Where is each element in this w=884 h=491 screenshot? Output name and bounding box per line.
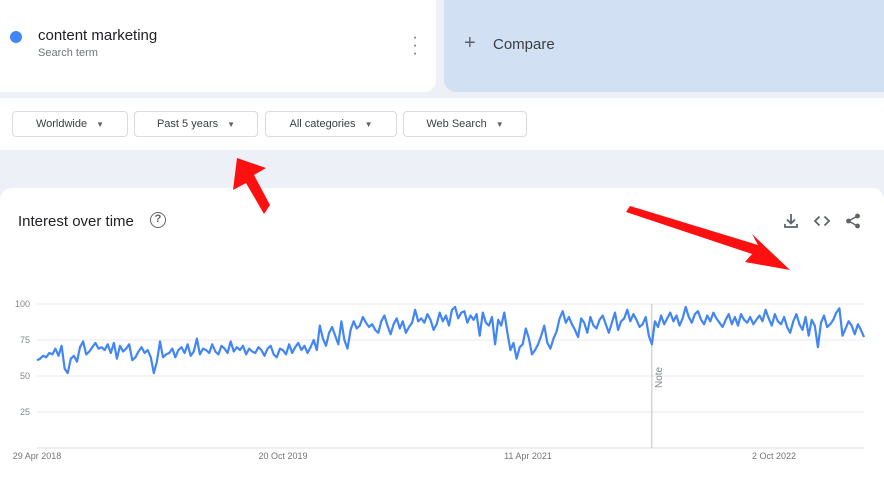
note-marker-label[interactable]: Note [654, 366, 665, 388]
category-filter-label: All categories [289, 118, 356, 130]
caret-down-icon: ▼ [364, 119, 373, 129]
category-filter[interactable]: All categories ▼ [265, 111, 397, 137]
more-options-icon[interactable]: · · · [408, 30, 422, 62]
search-term-card[interactable]: content marketing Search term · · · [0, 0, 436, 92]
time-range-filter[interactable]: Past 5 years ▼ [134, 111, 258, 137]
plus-icon: + [464, 32, 476, 54]
search-type-filter-label: Web Search [426, 118, 487, 130]
y-tick-label: 75 [20, 335, 30, 345]
filter-bar: Worldwide ▼ Past 5 years ▼ All categorie… [0, 98, 884, 150]
embed-icon[interactable] [813, 212, 831, 230]
x-tick-label: 2 Oct 2022 [752, 451, 796, 461]
chart-gridlines [37, 303, 864, 449]
share-icon[interactable] [844, 212, 862, 230]
x-tick-label: 20 Oct 2019 [258, 451, 307, 461]
help-icon[interactable]: ? [150, 212, 166, 228]
interest-over-time-card: Interest over time ? 25 50 75 100 29 Apr 20… [0, 188, 884, 491]
x-axis-ticks: 29 Apr 2018 20 Oct 2019 11 Apr 2021 2 Oct 2… [13, 451, 796, 461]
compare-button[interactable]: + Compare [444, 0, 884, 92]
compare-label: Compare [493, 36, 555, 53]
y-tick-label: 100 [15, 299, 30, 309]
x-tick-label: 29 Apr 2018 [13, 451, 62, 461]
y-tick-label: 25 [20, 407, 30, 417]
search-term-sublabel: Search term [38, 47, 98, 59]
x-tick-label: 11 Apr 2021 [504, 451, 552, 461]
search-term-label[interactable]: content marketing [38, 27, 157, 44]
region-filter-label: Worldwide [35, 118, 88, 130]
y-tick-label: 50 [20, 371, 30, 381]
region-filter[interactable]: Worldwide ▼ [12, 111, 128, 137]
y-axis-ticks: 25 50 75 100 [15, 299, 30, 417]
caret-down-icon: ▼ [495, 119, 504, 129]
caret-down-icon: ▼ [96, 119, 105, 129]
download-icon[interactable] [782, 212, 800, 230]
interest-line-chart: 25 50 75 100 29 Apr 2018 20 Oct 2019 11 Apr 2… [13, 299, 866, 461]
time-range-filter-label: Past 5 years [156, 118, 219, 130]
search-type-filter[interactable]: Web Search ▼ [403, 111, 527, 137]
caret-down-icon: ▼ [227, 119, 236, 129]
chart-title: Interest over time [18, 213, 134, 230]
series-color-dot [10, 31, 22, 43]
